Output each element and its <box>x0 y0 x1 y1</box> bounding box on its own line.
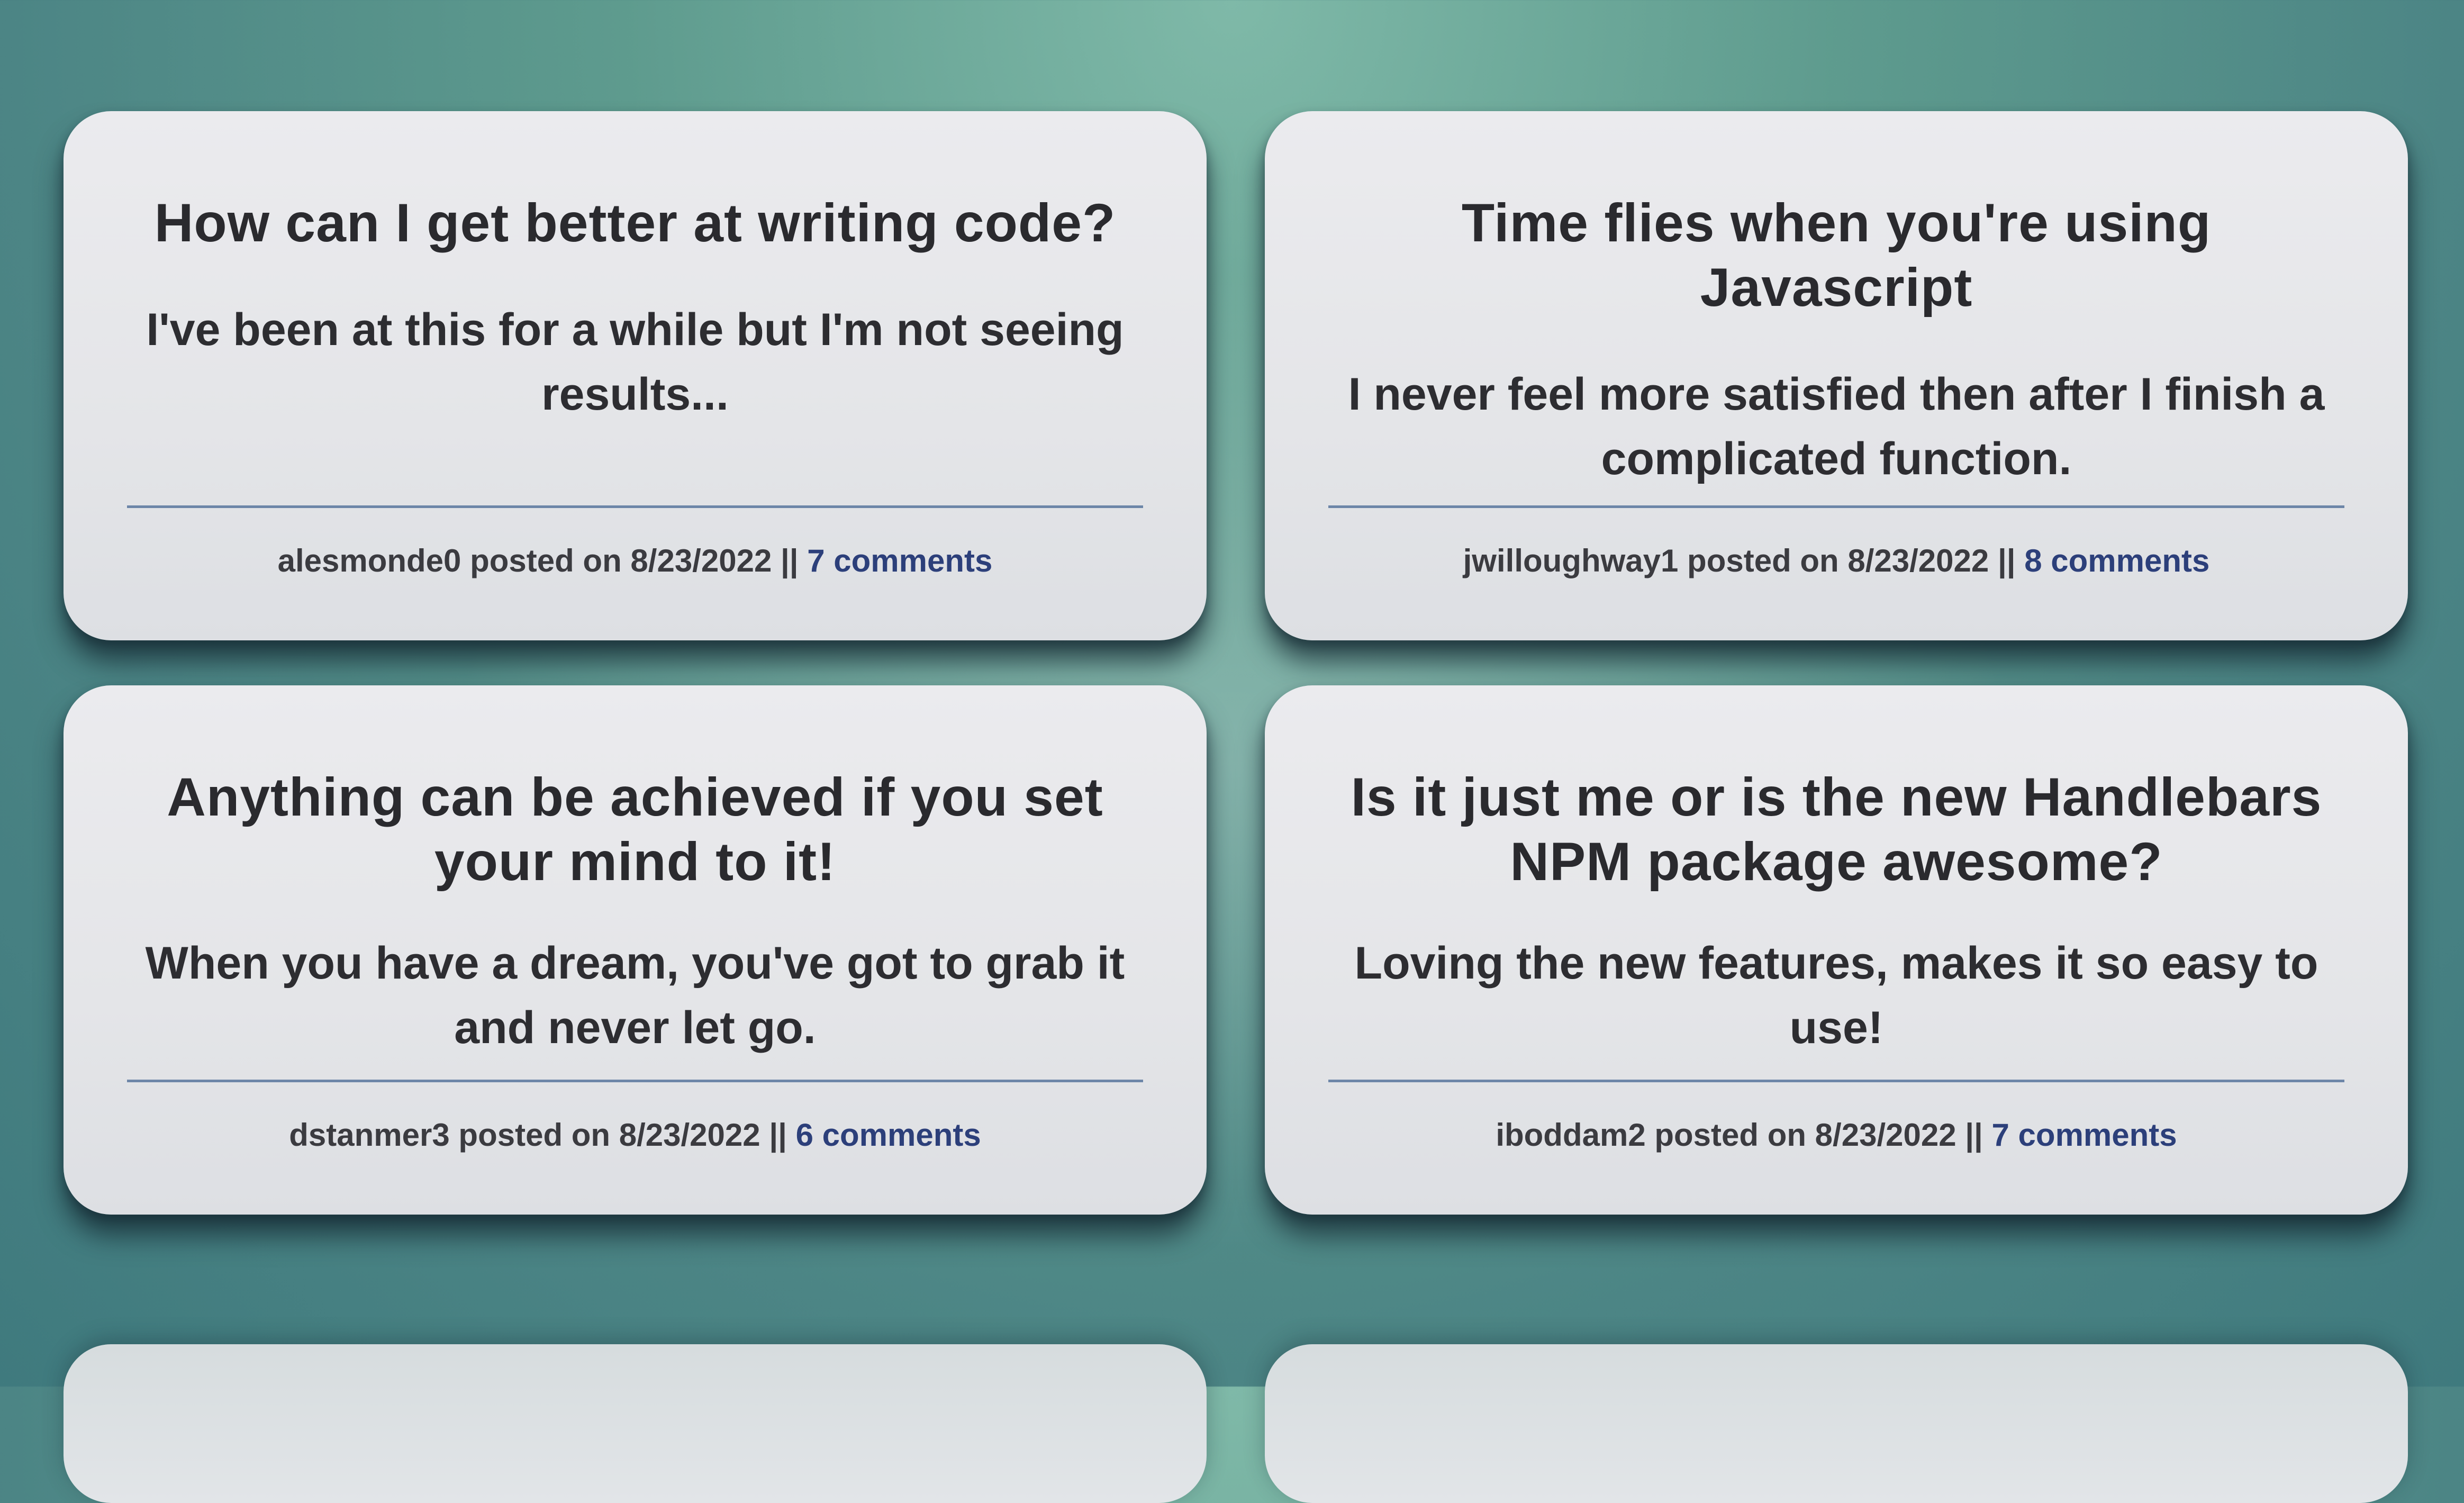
comments-link[interactable]: 8 comments <box>2024 543 2209 578</box>
post-body: Loving the new features, makes it so eas… <box>1354 938 2318 1053</box>
post-title[interactable]: How can I get better at writing code? <box>132 191 1138 255</box>
post-card-partial[interactable] <box>64 1344 1207 1503</box>
post-card-content: Is it just me or is the new Handlebars N… <box>1328 765 2344 1215</box>
post-meta: alesmonde0 posted on 8/23/2022 || 7 comm… <box>132 540 1138 582</box>
post-card[interactable]: Anything can be achieved if you set your… <box>64 685 1207 1215</box>
post-date: posted on 8/23/2022 || <box>1654 1117 1983 1153</box>
comments-link[interactable]: 7 comments <box>807 543 992 578</box>
post-meta: iboddam2 posted on 8/23/2022 || 7 commen… <box>1334 1114 2339 1156</box>
post-body: When you have a dream, you've got to gra… <box>145 938 1125 1053</box>
post-date: posted on 8/23/2022 || <box>1687 543 2016 578</box>
post-card-content: Time flies when you're using Javascript … <box>1328 191 2344 640</box>
post-meta: dstanmer3 posted on 8/23/2022 || 6 comme… <box>132 1114 1138 1156</box>
post-card-partial[interactable] <box>1265 1344 2408 1503</box>
post-author: dstanmer3 <box>289 1117 450 1153</box>
post-date: posted on 8/23/2022 || <box>458 1117 787 1153</box>
post-body: I've been at this for a while but I'm no… <box>146 304 1124 420</box>
post-meta: jwilloughway1 posted on 8/23/2022 || 8 c… <box>1334 540 2339 582</box>
post-author: iboddam2 <box>1496 1117 1646 1153</box>
post-feed: How can I get better at writing code? I'… <box>64 111 2429 1215</box>
post-card[interactable]: Is it just me or is the new Handlebars N… <box>1265 685 2408 1215</box>
post-author: alesmonde0 <box>277 543 461 578</box>
post-card-content: How can I get better at writing code? I'… <box>127 191 1143 640</box>
post-title[interactable]: Is it just me or is the new Handlebars N… <box>1334 765 2339 894</box>
post-card[interactable]: How can I get better at writing code? I'… <box>64 111 1207 640</box>
post-card-content: Anything can be achieved if you set your… <box>127 765 1143 1215</box>
comments-link[interactable]: 7 comments <box>1992 1117 2177 1153</box>
post-title[interactable]: Time flies when you're using Javascript <box>1334 191 2339 320</box>
post-title[interactable]: Anything can be achieved if you set your… <box>132 765 1138 894</box>
post-card[interactable]: Time flies when you're using Javascript … <box>1265 111 2408 640</box>
post-body: I never feel more satisfied then after I… <box>1348 369 2325 484</box>
post-author: jwilloughway1 <box>1463 543 1679 578</box>
post-date: posted on 8/23/2022 || <box>470 543 799 578</box>
comments-link[interactable]: 6 comments <box>796 1117 981 1153</box>
